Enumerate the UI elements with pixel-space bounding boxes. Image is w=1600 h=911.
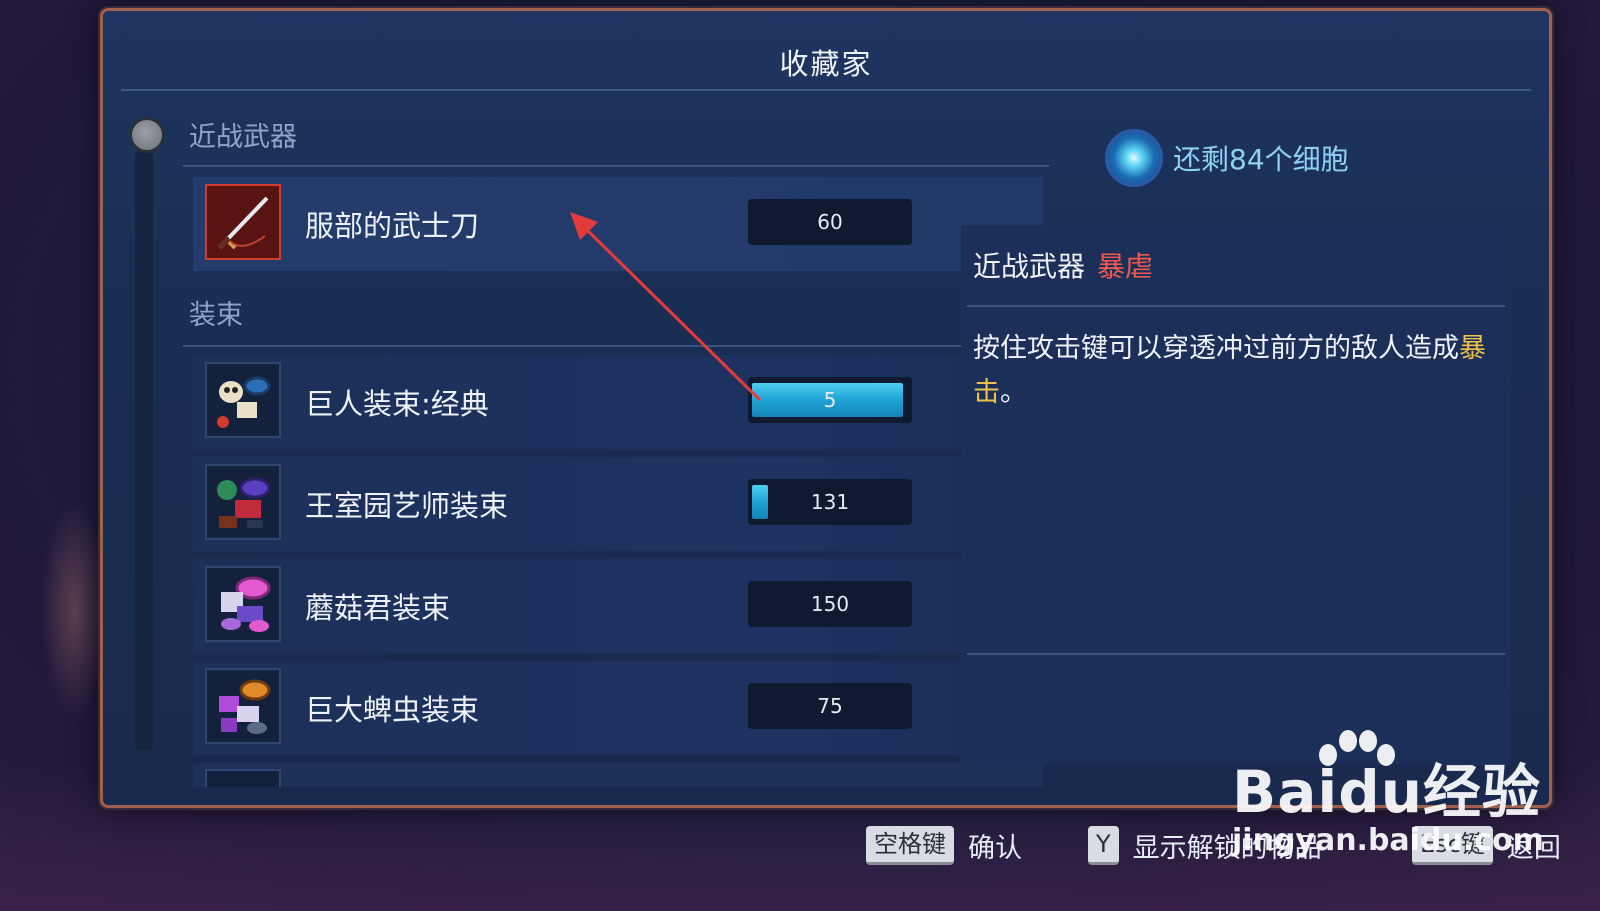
- cost-value: 5: [823, 388, 837, 412]
- cost-bar: 60: [748, 199, 912, 245]
- item-name: 服部的武士刀: [305, 209, 480, 243]
- detail-description: 按住攻击键可以穿透冲过前方的敌人造成暴击。: [973, 327, 1493, 415]
- cost-bar: 150: [748, 581, 912, 627]
- cost-value: 150: [810, 592, 850, 616]
- cost-value: 60: [817, 210, 843, 234]
- space-key-icon: 空格键: [866, 826, 954, 865]
- scrollbar-knob[interactable]: [129, 117, 165, 153]
- baidu-paw-icon: [1319, 730, 1395, 766]
- cells-counter: 还剩84个细胞: [1105, 129, 1349, 187]
- tick-outfit-icon: [205, 668, 281, 744]
- y-key-icon: Y: [1088, 826, 1119, 865]
- list-item-mushroom-outfit[interactable]: 蘑菇君装束 150: [193, 559, 1043, 653]
- category-divider: [183, 345, 1049, 347]
- detail-tag: 暴虐: [1097, 250, 1154, 283]
- katana-icon: [205, 184, 281, 260]
- scrollbar-track[interactable]: [135, 151, 153, 751]
- cells-remaining-text: 还剩84个细胞: [1173, 143, 1349, 176]
- baidu-watermark: Baidu经验 jingyan.baidu.com: [1232, 730, 1544, 858]
- cost-value: 131: [810, 490, 850, 514]
- detail-kind: 近战武器: [973, 250, 1086, 283]
- item-name: 王室园艺师装束: [305, 489, 509, 523]
- list-item-partial[interactable]: [193, 763, 1043, 787]
- detail-description-main: 按住攻击键可以穿透冲过前方的敌人造成: [973, 333, 1459, 364]
- item-detail-panel: 近战武器 暴虐 按住攻击键可以穿透冲过前方的敌人造成暴击。: [961, 225, 1511, 765]
- detail-description-end: 。: [1000, 377, 1027, 408]
- footer-confirm[interactable]: 空格键 确认: [866, 826, 1022, 865]
- cost-bar: 131: [748, 479, 912, 525]
- list-item-tick-outfit[interactable]: 巨大蜱虫装束 75: [193, 661, 1043, 755]
- item-name: 蘑菇君装束: [305, 591, 451, 625]
- confirm-label: 确认: [968, 833, 1022, 864]
- mushroom-outfit-icon: [205, 566, 281, 642]
- category-label-melee: 近战武器: [189, 122, 297, 153]
- cost-value: 75: [817, 694, 843, 718]
- cell-icon: [1105, 129, 1163, 187]
- detail-divider: [967, 305, 1505, 307]
- item-name: 巨人装束:经典: [305, 387, 489, 421]
- collector-panel: 收藏家 近战武器 服部的武士刀 60 装束 巨人装束:经典 5 王室园艺师装束 …: [100, 8, 1552, 808]
- cost-bar: 75: [748, 683, 912, 729]
- list-item-katana[interactable]: 服部的武士刀 60: [193, 177, 1043, 271]
- detail-header: 近战武器 暴虐: [973, 245, 1153, 285]
- category-divider: [183, 165, 1049, 167]
- item-name: 巨大蜱虫装束: [305, 693, 480, 727]
- watermark-url: jingyan.baidu.com: [1232, 823, 1544, 858]
- giant-outfit-icon: [205, 362, 281, 438]
- gardener-outfit-icon: [205, 464, 281, 540]
- list-item-gardener-outfit[interactable]: 王室园艺师装束 131: [193, 457, 1043, 551]
- detail-divider: [967, 653, 1505, 655]
- item-icon: [205, 769, 281, 787]
- category-label-outfits: 装束: [189, 300, 243, 331]
- list-item-giant-outfit[interactable]: 巨人装束:经典 5: [193, 355, 1043, 449]
- cost-bar: 5: [748, 377, 912, 423]
